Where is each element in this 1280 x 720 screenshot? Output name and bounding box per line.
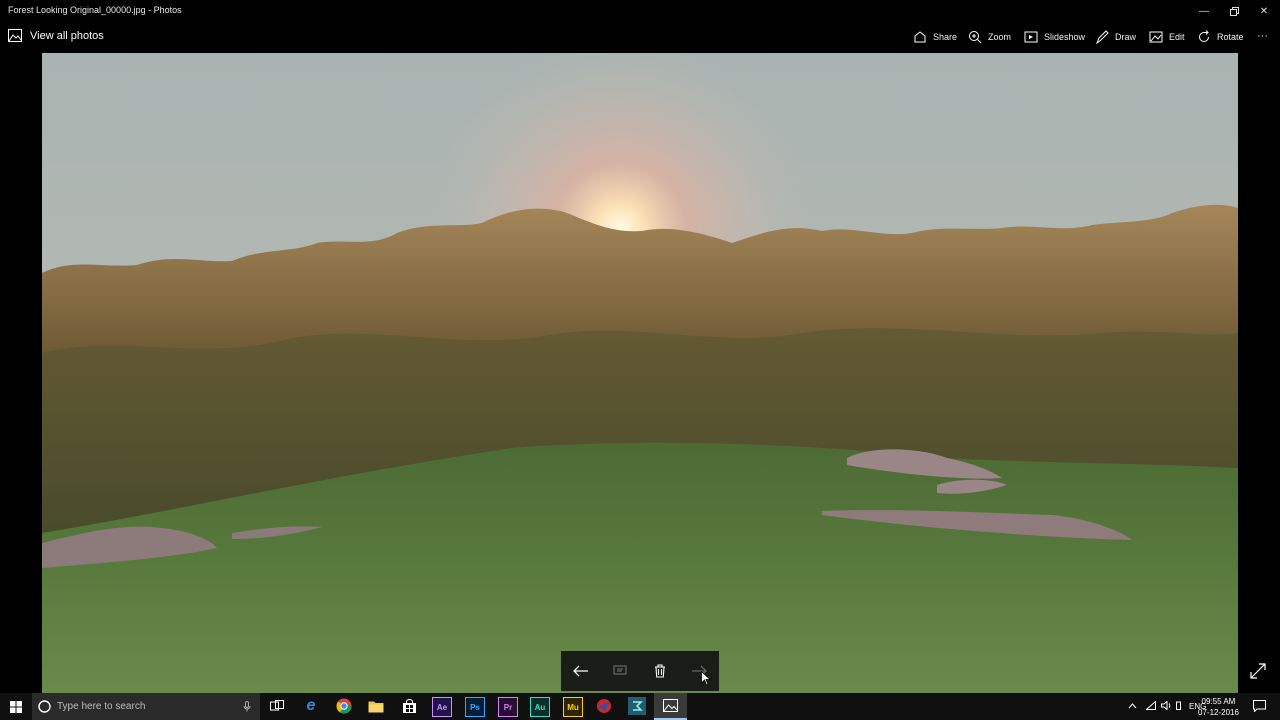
photo-navigation-bar [561, 651, 719, 691]
expand-icon [1250, 663, 1266, 679]
audition-icon[interactable]: Au [530, 697, 550, 717]
chevron-up-icon[interactable] [1128, 702, 1137, 711]
edit-icon [1149, 31, 1163, 43]
cortana-icon [38, 700, 51, 713]
view-all-photos-label: View all photos [30, 29, 104, 42]
photos-taskbar-button[interactable] [654, 693, 687, 720]
slideshow-button[interactable]: Slideshow [1024, 30, 1085, 44]
start-button[interactable] [0, 693, 32, 720]
clock-date: 07-12-2016 [1198, 708, 1239, 717]
zoom-label: Zoom [988, 32, 1012, 42]
file-explorer-icon[interactable] [367, 697, 385, 715]
photo-icon [8, 29, 22, 42]
battery-icon[interactable] [1176, 701, 1181, 712]
close-button[interactable]: ✕ [1249, 0, 1279, 22]
title-bar: Forest Looking Original_00000.jpg - Phot… [0, 0, 1280, 22]
windows-logo-icon [10, 700, 22, 713]
muse-icon[interactable]: Mu [563, 697, 583, 717]
rotate-icon [1199, 30, 1209, 42]
share-label: Share [933, 32, 958, 42]
minimize-button[interactable]: — [1189, 0, 1219, 22]
photoshop-icon[interactable]: Ps [465, 697, 485, 717]
more-options-button[interactable]: ··· [1257, 30, 1268, 42]
after-effects-icon[interactable]: Ae [432, 697, 452, 717]
volume-icon[interactable] [1161, 700, 1172, 712]
search-placeholder: Type here to search [57, 701, 146, 712]
favorite-button[interactable] [606, 657, 634, 685]
draw-icon [1096, 30, 1109, 44]
rotate-label: Rotate [1217, 32, 1244, 42]
fullscreen-button[interactable] [1249, 662, 1267, 680]
app-icon-2[interactable] [628, 697, 646, 715]
action-center-icon[interactable] [1250, 697, 1268, 715]
zoom-icon [969, 31, 982, 44]
slideshow-icon [1024, 31, 1038, 43]
command-bar: View all photos Share Zoom Slideshow Dra… [0, 22, 1280, 53]
task-view-icon[interactable] [268, 697, 286, 715]
trash-icon [654, 664, 665, 678]
edge-icon[interactable]: e [302, 697, 320, 715]
rotate-button[interactable]: Rotate [1197, 30, 1244, 44]
system-tray: ENG [1128, 693, 1206, 720]
microphone-icon[interactable] [243, 701, 251, 712]
premiere-icon[interactable]: Pr [498, 697, 518, 717]
taskbar-search-box[interactable]: Type here to search [32, 693, 260, 720]
delete-button[interactable] [646, 657, 674, 685]
draw-button[interactable]: Draw [1095, 30, 1136, 44]
photo-viewer[interactable] [42, 53, 1238, 693]
arrow-left-icon [572, 665, 588, 677]
zoom-button[interactable]: Zoom [968, 30, 1011, 44]
mouse-cursor-icon [701, 671, 711, 686]
network-icon[interactable] [1145, 700, 1156, 712]
taskbar: Type here to search e Ae Ps Pr Au Mu ENG… [0, 693, 1280, 720]
draw-label: Draw [1115, 32, 1137, 42]
edit-button[interactable]: Edit [1149, 30, 1185, 44]
view-all-photos-button[interactable]: View all photos [8, 29, 104, 42]
previous-photo-button[interactable] [567, 657, 595, 685]
restore-button[interactable] [1219, 0, 1249, 22]
restore-icon [1229, 6, 1239, 16]
clock-time: 09:55 AM [1201, 697, 1236, 706]
share-button[interactable]: Share [913, 30, 957, 44]
clock[interactable]: 09:55 AM 07-12-2016 [1198, 696, 1239, 718]
store-icon[interactable] [400, 697, 418, 715]
comment-icon [613, 665, 627, 675]
window-title: Forest Looking Original_00000.jpg - Phot… [8, 5, 182, 15]
app-icon[interactable] [595, 697, 613, 715]
share-icon [914, 31, 926, 43]
edit-label: Edit [1169, 32, 1185, 42]
more-icon: ··· [1257, 30, 1268, 42]
slideshow-label: Slideshow [1044, 32, 1086, 42]
forest-photo [42, 53, 1238, 693]
photos-icon [663, 699, 678, 712]
chrome-icon[interactable] [335, 697, 353, 715]
